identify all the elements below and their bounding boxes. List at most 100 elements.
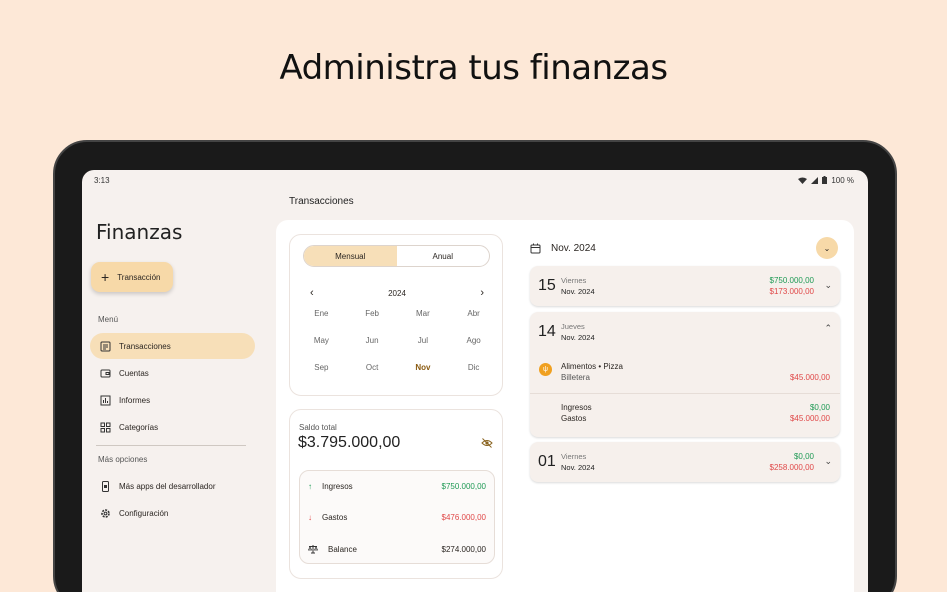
headline: Administra tus finanzas bbox=[279, 48, 668, 88]
new-transaction-label: Transacción bbox=[117, 272, 161, 282]
sidebar-item-categorias[interactable]: Categorías bbox=[90, 414, 255, 440]
month-ene[interactable]: Ene bbox=[296, 309, 347, 321]
summary-row-ingresos: ↑ Ingresos $750.000,00 bbox=[308, 476, 486, 496]
eye-off-icon[interactable] bbox=[481, 438, 493, 448]
menu-section-label: Menú bbox=[98, 315, 119, 324]
month-jun[interactable]: Jun bbox=[347, 336, 398, 348]
month-mar[interactable]: Mar bbox=[398, 309, 449, 321]
page-title: Transacciones bbox=[289, 196, 354, 207]
phone-icon bbox=[102, 480, 109, 492]
summary-row-balance: Balance $274.000,00 bbox=[308, 539, 486, 559]
transaction-row[interactable]: ψ Alimentos • Pizza Billetera $45.000,00 bbox=[530, 354, 840, 394]
sidebar-item-label: Configuración bbox=[119, 508, 169, 518]
day-summary-row: Ingresos Gastos $0,00 $45.000,00 bbox=[530, 395, 840, 435]
summary-expense-value: $45.000,00 bbox=[789, 414, 830, 423]
day-number: 01 bbox=[538, 453, 556, 470]
year-label: 2024 bbox=[388, 288, 406, 298]
day-header[interactable]: 15 Viernes Nov. 2024 $750.000,00 $173.00… bbox=[530, 266, 840, 306]
chevron-down-icon: ⌄ bbox=[823, 243, 831, 253]
day-header[interactable]: 01 Viernes Nov. 2024 $0,00 $258.000,00 ⌄ bbox=[530, 442, 840, 482]
chevron-left-icon[interactable]: ‹ bbox=[306, 287, 318, 299]
battery-icon bbox=[822, 176, 828, 184]
sidebar-item-configuracion[interactable]: Configuración bbox=[90, 500, 255, 526]
chevron-up-icon: ⌃ bbox=[824, 323, 832, 333]
summary-expense-label: Gastos bbox=[561, 414, 587, 423]
battery-level: 100 % bbox=[831, 175, 854, 185]
current-month-label: Nov. 2024 bbox=[551, 242, 596, 254]
day-weekday: Viernes bbox=[561, 452, 587, 461]
sidebar-item-informes[interactable]: Informes bbox=[90, 387, 255, 413]
day-income: $750.000,00 bbox=[769, 276, 815, 285]
month-may[interactable]: May bbox=[296, 336, 347, 348]
plus-icon: + bbox=[101, 269, 110, 285]
bar-chart-icon bbox=[100, 395, 111, 405]
transaction-account: Billetera bbox=[561, 373, 590, 382]
summary-row-gastos: ↓ Gastos $476.000,00 bbox=[308, 507, 486, 527]
new-transaction-button[interactable]: + Transacción bbox=[91, 262, 173, 292]
sidebar-item-more-apps[interactable]: Más apps del desarrollador bbox=[90, 473, 255, 499]
month-abr[interactable]: Abr bbox=[448, 309, 499, 321]
balance-value: $3.795.000,00 bbox=[298, 434, 401, 451]
status-bar: 3:13 100 % bbox=[94, 174, 854, 186]
tab-anual[interactable]: Anual bbox=[397, 246, 490, 266]
signal-icon bbox=[811, 176, 819, 184]
summary-value: $476.000,00 bbox=[441, 512, 487, 522]
day-number: 14 bbox=[538, 323, 556, 340]
summary-label: Gastos bbox=[322, 512, 348, 522]
sidebar-item-label: Informes bbox=[119, 395, 151, 405]
transaction-title: Alimentos • Pizza bbox=[561, 362, 623, 371]
tab-mensual[interactable]: Mensual bbox=[304, 246, 397, 266]
chevron-down-icon: ⌄ bbox=[824, 280, 832, 290]
expand-month-button[interactable]: ⌄ bbox=[816, 237, 838, 259]
main-panel: Mensual Anual ‹ 2024 › Ene Feb Mar Abr M… bbox=[276, 220, 854, 592]
month-header: Nov. 2024 ⌄ bbox=[530, 237, 838, 259]
day-income: $0,00 bbox=[793, 452, 814, 461]
balance-label: Saldo total bbox=[299, 423, 337, 432]
sidebar-item-label: Categorías bbox=[119, 422, 159, 432]
period-toggle: Mensual Anual bbox=[303, 245, 490, 267]
day-card-15[interactable]: 15 Viernes Nov. 2024 $750.000,00 $173.00… bbox=[530, 266, 840, 306]
day-header[interactable]: 14 Jueves Nov. 2024 ⌃ bbox=[530, 312, 840, 352]
summary-income-label: Ingresos bbox=[561, 403, 592, 412]
grid-icon bbox=[100, 422, 111, 432]
day-month: Nov. 2024 bbox=[561, 463, 595, 472]
month-oct[interactable]: Oct bbox=[347, 363, 398, 375]
sidebar-item-transacciones[interactable]: Transacciones bbox=[90, 333, 255, 359]
day-month: Nov. 2024 bbox=[561, 287, 595, 296]
calendar-icon bbox=[530, 243, 541, 253]
sidebar-item-label: Cuentas bbox=[119, 368, 149, 378]
month-feb[interactable]: Feb bbox=[347, 309, 398, 321]
wallet-icon bbox=[100, 369, 111, 377]
day-card-01[interactable]: 01 Viernes Nov. 2024 $0,00 $258.000,00 ⌄ bbox=[530, 442, 840, 482]
summary-income-value: $0,00 bbox=[809, 403, 830, 412]
sidebar-item-label: Más apps del desarrollador bbox=[119, 481, 216, 491]
chevron-down-icon: ⌄ bbox=[824, 456, 832, 466]
month-sep[interactable]: Sep bbox=[296, 363, 347, 375]
row-divider bbox=[530, 393, 840, 394]
months-grid: Ene Feb Mar Abr May Jun Jul Ago Sep Oct … bbox=[296, 309, 499, 375]
summary-value: $750.000,00 bbox=[441, 481, 487, 491]
app-title: Finanzas bbox=[96, 220, 183, 244]
app-screen: 3:13 100 % Finanzas + Transacción Menú T… bbox=[82, 170, 868, 592]
month-ago[interactable]: Ago bbox=[448, 336, 499, 348]
day-month: Nov. 2024 bbox=[561, 333, 595, 342]
sidebar-item-cuentas[interactable]: Cuentas bbox=[90, 360, 255, 386]
day-weekday: Viernes bbox=[561, 276, 587, 285]
sidebar-divider bbox=[96, 445, 246, 446]
year-selector: ‹ 2024 › bbox=[306, 287, 488, 299]
day-weekday: Jueves bbox=[561, 322, 585, 331]
month-picker-card: Mensual Anual ‹ 2024 › Ene Feb Mar Abr M… bbox=[289, 234, 503, 396]
scale-icon bbox=[308, 545, 318, 554]
month-jul[interactable]: Jul bbox=[398, 336, 449, 348]
food-icon: ψ bbox=[539, 363, 552, 376]
more-options-label: Más opciones bbox=[98, 455, 148, 464]
month-dic[interactable]: Dic bbox=[448, 363, 499, 375]
transaction-amount: $45.000,00 bbox=[789, 373, 830, 382]
sidebar-item-label: Transacciones bbox=[119, 341, 171, 351]
wifi-icon bbox=[798, 177, 808, 184]
summary-label: Balance bbox=[328, 544, 357, 554]
month-nov[interactable]: Nov bbox=[398, 363, 449, 375]
chevron-right-icon[interactable]: › bbox=[476, 287, 488, 299]
summary-value: $274.000,00 bbox=[441, 544, 487, 554]
gear-icon bbox=[101, 508, 110, 518]
